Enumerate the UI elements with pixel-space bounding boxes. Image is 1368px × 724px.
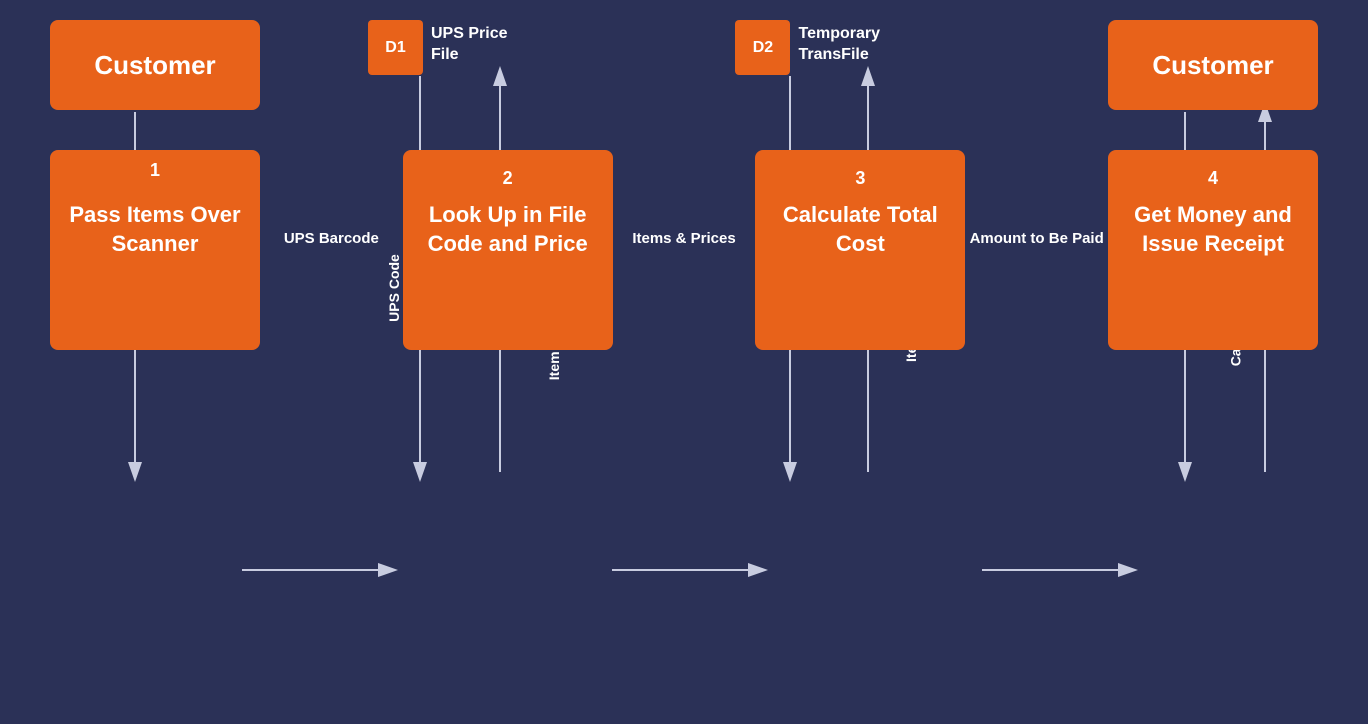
process-3-number: 3 bbox=[855, 168, 865, 189]
process-3-label: Calculate TotalCost bbox=[783, 201, 938, 258]
items-prices-horiz-label: Items & Prices bbox=[632, 230, 735, 247]
process-2-number: 2 bbox=[503, 168, 513, 189]
d1-store-label: UPS PriceFile bbox=[431, 20, 507, 66]
d2-label: D2 bbox=[753, 39, 773, 57]
d2-box: D2 bbox=[735, 20, 790, 75]
process-4-label: Get Money andIssue Receipt bbox=[1134, 201, 1292, 258]
process-4-box: 4 Get Money andIssue Receipt bbox=[1108, 150, 1318, 350]
process-2-label: Look Up in FileCode and Price bbox=[428, 201, 588, 258]
ups-barcode-label: UPS Barcode bbox=[284, 230, 379, 247]
process-1-box: 1 Pass Items OverScanner bbox=[50, 150, 260, 350]
customer-right-label: Customer bbox=[1152, 50, 1273, 81]
diagram-container: Customer D1 UPS PriceFile D2 TemporaryTr… bbox=[0, 0, 1368, 724]
process-1-label: Pass Items OverScanner bbox=[69, 201, 240, 258]
process-1-number: 1 bbox=[150, 160, 160, 181]
customer-left-box: Customer bbox=[50, 20, 260, 110]
top-row: Customer D1 UPS PriceFile D2 TemporaryTr… bbox=[0, 0, 1368, 140]
d1-box: D1 bbox=[368, 20, 423, 75]
process-3-box: 3 Calculate TotalCost bbox=[755, 150, 965, 350]
process-2-box: 2 Look Up in FileCode and Price bbox=[403, 150, 613, 350]
amount-paid-label: Amount to Be Paid bbox=[970, 230, 1104, 247]
d2-store-label: TemporaryTransFile bbox=[798, 20, 880, 66]
customer-left-label: Customer bbox=[94, 50, 215, 81]
bottom-row: 1 Pass Items OverScanner UPS Barcode 2 L… bbox=[0, 140, 1368, 724]
process-4-number: 4 bbox=[1208, 168, 1218, 189]
customer-right-box: Customer bbox=[1108, 20, 1318, 110]
d1-label: D1 bbox=[385, 39, 405, 57]
